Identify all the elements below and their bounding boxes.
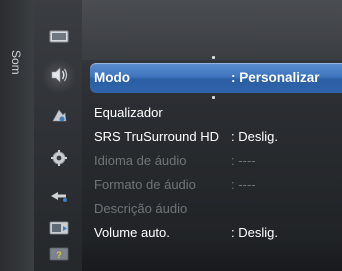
input-icon[interactable] [48, 187, 70, 205]
sound-icon[interactable] [48, 66, 70, 84]
category-label: Som [9, 50, 23, 75]
picture-icon[interactable] [48, 28, 70, 46]
application-icon[interactable] [48, 219, 70, 237]
sound-menu-panel: Modo : Personalizar Equalizador SRS TruS… [82, 0, 342, 271]
svg-text:?: ? [56, 250, 62, 260]
menu-item-value: : Deslig. [231, 129, 278, 144]
panel-header-area [82, 0, 342, 60]
menu-item-label: Formato de áudio [94, 177, 196, 192]
scroll-down-indicator[interactable] [212, 96, 215, 99]
setup-icon[interactable] [48, 149, 70, 167]
menu-item-value: : Personalizar [231, 70, 320, 85]
support-icon[interactable]: ? [48, 245, 70, 263]
menu-item-label: SRS TruSurround HD [94, 129, 219, 144]
menu-icon-column: ? [34, 0, 82, 271]
bottom-shade [82, 238, 342, 271]
menu-item-label: Equalizador [94, 105, 163, 120]
menu-item-value: : ---- [231, 177, 256, 192]
tv-osd-menu: Som ? Modo: Personalizar Equalizador SR… [0, 0, 342, 271]
scroll-up-indicator[interactable] [212, 56, 215, 59]
channel-icon[interactable] [48, 107, 70, 125]
menu-item-label: Idioma de áudio [94, 153, 187, 168]
menu-item-label: Descrição áudio [94, 201, 188, 216]
category-strip: Som [0, 0, 34, 271]
menu-item-label: Modo [94, 70, 130, 85]
menu-item-value: : ---- [231, 153, 256, 168]
